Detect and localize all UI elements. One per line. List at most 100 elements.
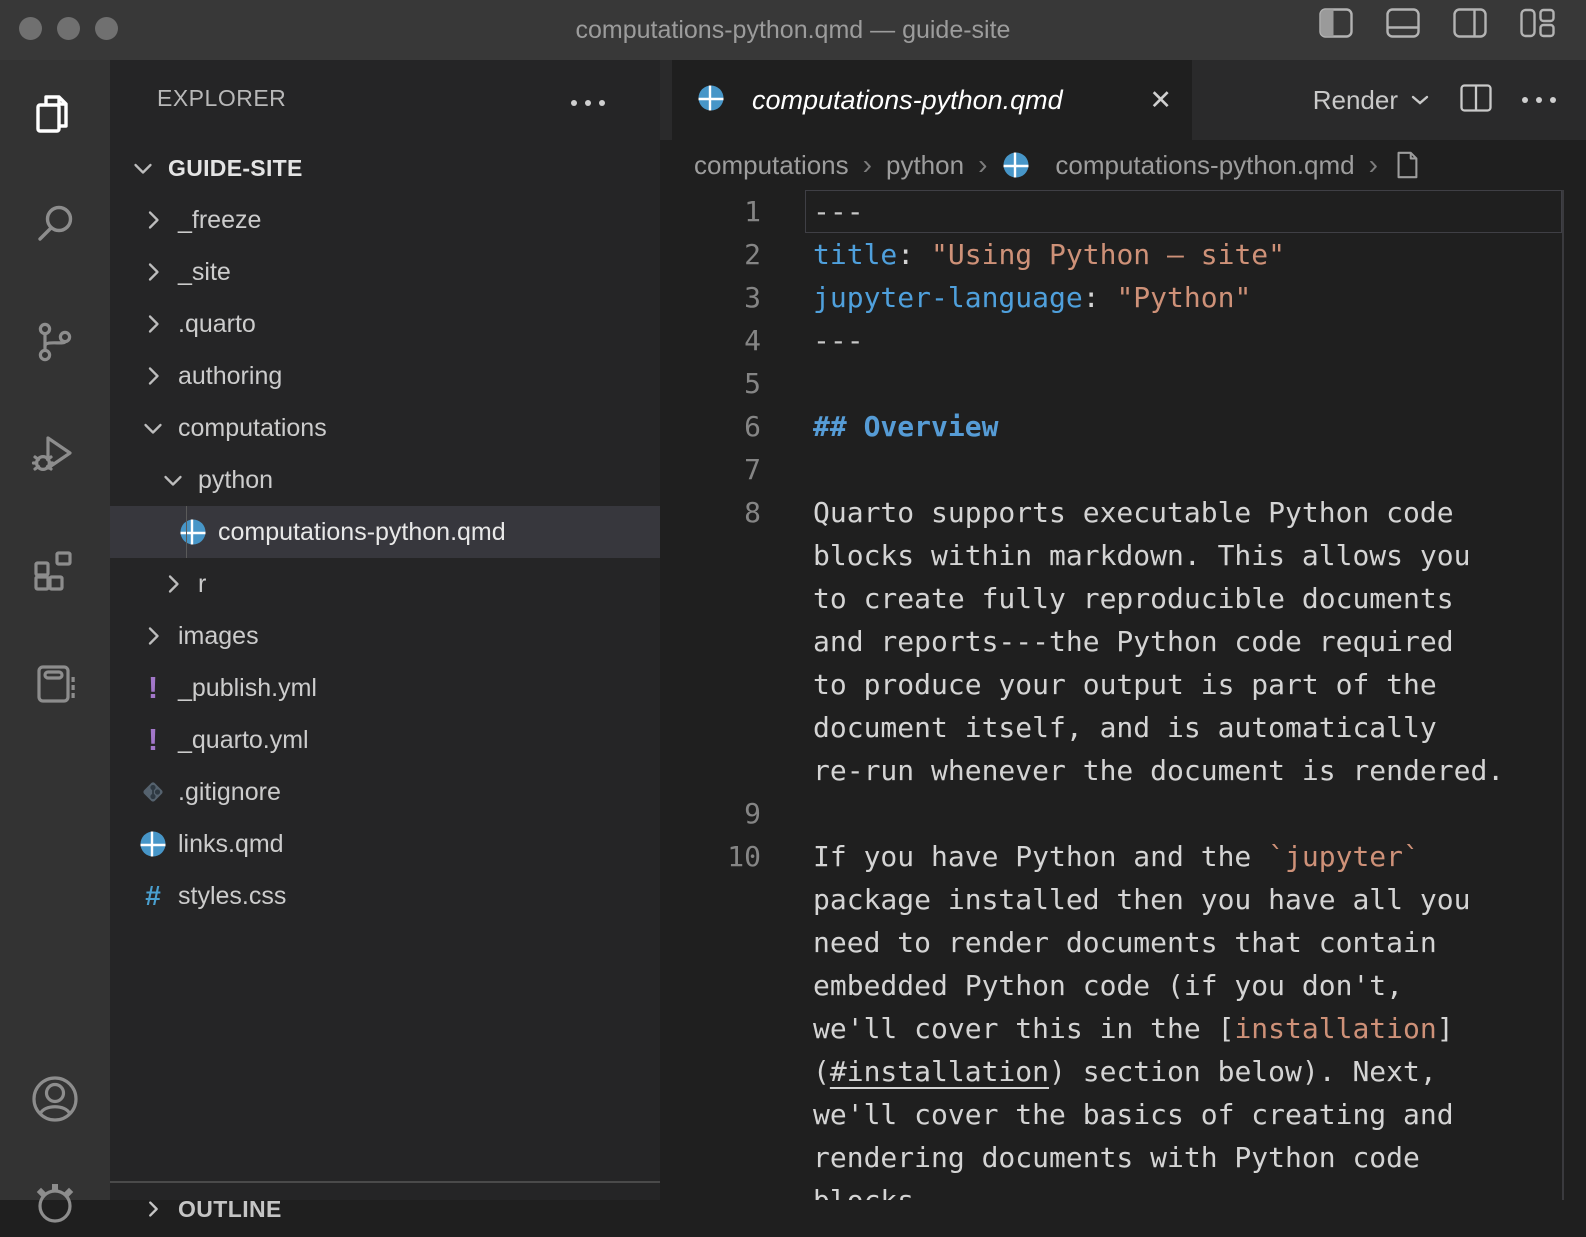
outline-section[interactable]: OUTLINE — [110, 1181, 660, 1235]
breadcrumb-item[interactable]: computations-python.qmd — [1055, 150, 1354, 181]
git-icon — [138, 777, 168, 807]
line-number — [660, 1179, 805, 1200]
code-line-row: rendering documents with Python code — [660, 1136, 1586, 1179]
tree-item-label: computations — [178, 414, 327, 443]
tree-item--quarto[interactable]: .quarto — [110, 298, 660, 350]
render-label: Render — [1313, 85, 1398, 116]
chevron-down-icon — [158, 465, 188, 495]
tree-item-label: _quarto.yml — [178, 726, 309, 755]
chevron-right-icon — [138, 257, 168, 287]
tree-item-label: authoring — [178, 362, 282, 391]
chevron-right-icon — [138, 1194, 168, 1224]
explorer-sidebar: EXPLORER GUIDE-SITE_freeze _site .quarto au… — [110, 60, 660, 1200]
line-number — [660, 620, 805, 663]
tree-item--quarto-yml[interactable]: !_quarto.yml — [110, 714, 660, 766]
symbol-file-icon — [1392, 150, 1422, 180]
explorer-more-actions-icon[interactable] — [571, 100, 605, 106]
code-text: we'll cover this in the [installation] — [805, 1007, 1562, 1050]
line-number: 7 — [660, 448, 805, 491]
breadcrumb-item[interactable]: computations — [694, 150, 849, 181]
code-text: (#installation) section below). Next, — [805, 1050, 1562, 1093]
tree-item-label: styles.css — [178, 882, 286, 911]
quarto-icon — [1001, 150, 1031, 180]
files-icon[interactable] — [29, 88, 81, 140]
code-line-row: blocks within markdown. This allows you — [660, 534, 1586, 577]
indent-guide — [186, 506, 187, 558]
tree-item--gitignore[interactable]: .gitignore — [110, 766, 660, 818]
tree-item-links-qmd[interactable]: links.qmd — [110, 818, 660, 870]
tree-item-r[interactable]: r — [110, 558, 660, 610]
editor-group: computations-python.qmd ✕ Render computa… — [660, 60, 1586, 1200]
tree-item--publish-yml[interactable]: !_publish.yml — [110, 662, 660, 714]
render-button[interactable]: Render — [1313, 85, 1430, 116]
code-text: rendering documents with Python code — [805, 1136, 1562, 1179]
git-branch-icon[interactable] — [29, 316, 81, 368]
split-editor-icon[interactable] — [1460, 84, 1492, 117]
tree-item-label: _publish.yml — [178, 674, 317, 703]
quarto-icon — [138, 829, 168, 859]
title-bar: computations-python.qmd — guide-site — [0, 0, 1586, 60]
code-line-row: 8Quarto supports executable Python code — [660, 491, 1586, 534]
tree-item-authoring[interactable]: authoring — [110, 350, 660, 402]
tree-root-guide-site[interactable]: GUIDE-SITE — [110, 142, 660, 194]
code-text: --- — [805, 319, 1562, 362]
code-text — [805, 792, 1562, 835]
line-number — [660, 706, 805, 749]
close-tab-icon[interactable]: ✕ — [1149, 85, 1172, 116]
tree-item--site[interactable]: _site — [110, 246, 660, 298]
debug-icon[interactable] — [29, 428, 81, 480]
tree-item-label: images — [178, 622, 259, 651]
line-number: 4 — [660, 319, 805, 362]
code-text: blocks within markdown. This allows you — [805, 534, 1562, 577]
line-number — [660, 1136, 805, 1179]
tree-item-label: r — [198, 570, 206, 599]
search-icon[interactable] — [29, 198, 81, 250]
line-number — [660, 534, 805, 577]
line-number — [660, 577, 805, 620]
code-line-row: 6## Overview — [660, 405, 1586, 448]
chevron-right-icon — [138, 309, 168, 339]
tree-item-python[interactable]: python — [110, 454, 660, 506]
toggle-secondary-sidebar-icon[interactable] — [1453, 8, 1487, 38]
toggle-panel-icon[interactable] — [1386, 8, 1420, 38]
extensions-icon[interactable] — [29, 543, 81, 595]
line-number — [660, 749, 805, 792]
more-actions-icon[interactable] — [1522, 97, 1556, 103]
breadcrumbs: computations›python›computations-python.… — [660, 140, 1586, 190]
code-text: title: "Using Python — site" — [805, 233, 1562, 276]
tree-item-label: .quarto — [178, 310, 256, 339]
code-line-row: (#installation) section below). Next, — [660, 1050, 1586, 1093]
code-line-row: 5 — [660, 362, 1586, 405]
activity-bar — [0, 60, 110, 1200]
code-line-row: blocks. — [660, 1179, 1586, 1200]
code-line-row: re-run whenever the document is rendered… — [660, 749, 1586, 792]
tree-item-computations-python-qmd[interactable]: computations-python.qmd — [110, 506, 660, 558]
tab-computations-python[interactable]: computations-python.qmd ✕ — [672, 60, 1192, 140]
chevron-down-icon — [1410, 93, 1430, 107]
line-number — [660, 878, 805, 921]
gear-icon[interactable] — [29, 1180, 81, 1232]
chevron-down-icon — [128, 153, 158, 183]
tree-item--freeze[interactable]: _freeze — [110, 194, 660, 246]
customize-layout-icon[interactable] — [1520, 8, 1556, 38]
breadcrumb-item[interactable]: python — [886, 150, 964, 181]
code-line-row: we'll cover the basics of creating and — [660, 1093, 1586, 1136]
code-line-row: 7 — [660, 448, 1586, 491]
code-text — [805, 362, 1562, 405]
quarto-icon — [178, 517, 208, 547]
explorer-title: EXPLORER — [157, 85, 286, 112]
tree-item-styles-css[interactable]: #styles.css — [110, 870, 660, 922]
code-text: ## Overview — [805, 405, 1562, 448]
code-text — [805, 448, 1562, 491]
notebook-icon[interactable] — [29, 658, 81, 710]
tree-item-images[interactable]: images — [110, 610, 660, 662]
code-editor[interactable]: 1---2title: "Using Python — site"3jupyte… — [660, 190, 1586, 1200]
line-number: 3 — [660, 276, 805, 319]
code-line-row: 3jupyter-language: "Python" — [660, 276, 1586, 319]
account-icon[interactable] — [29, 1073, 81, 1125]
tree-item-label: _site — [178, 258, 231, 287]
tree-item-computations[interactable]: computations — [110, 402, 660, 454]
toggle-primary-sidebar-icon[interactable] — [1319, 8, 1353, 38]
code-text: need to render documents that contain — [805, 921, 1562, 964]
code-line-row: need to render documents that contain — [660, 921, 1586, 964]
